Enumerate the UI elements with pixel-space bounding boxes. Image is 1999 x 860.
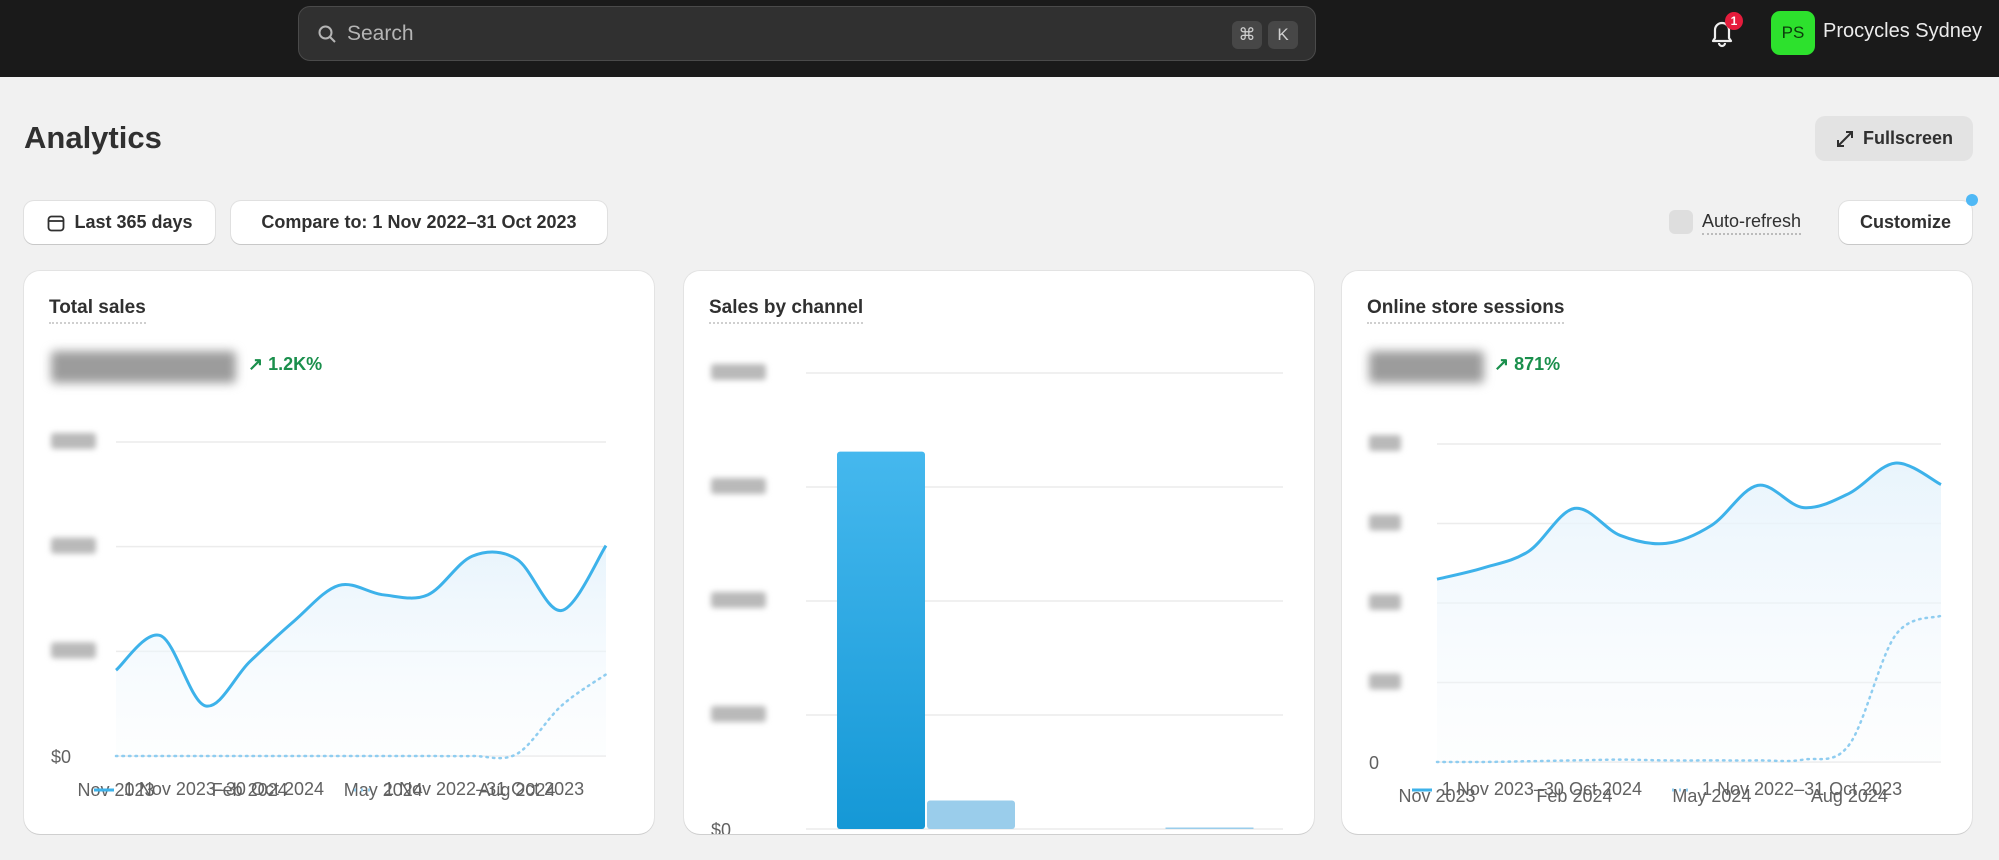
legend-label: 1 Nov 2022–31 Oct 2023 — [384, 779, 585, 799]
blurred-y-tick-label — [51, 642, 96, 659]
y-tick-label: $0 — [711, 820, 731, 834]
blurred-y-tick-label — [711, 706, 766, 722]
legend-label: 1 Nov 2023–30 Oct 2024 — [123, 779, 324, 799]
store-name[interactable]: Procycles Sydney — [1823, 20, 1982, 43]
blurred-y-tick-label — [711, 592, 766, 608]
blurred-y-tick-label — [1369, 514, 1401, 531]
online-store-sessions-chart: 0Nov 2023 Feb 2024 May 2024 Aug 2024 — [1369, 435, 1943, 806]
customize-label: Customize — [1859, 212, 1951, 232]
calendar-icon — [48, 215, 65, 231]
legend-label: 1 Nov 2023–30 Oct 2024 — [1441, 779, 1642, 799]
expand-icon — [1836, 130, 1853, 147]
date-range-button[interactable]: Last 365 days — [24, 201, 215, 244]
blurred-y-tick-label — [711, 364, 766, 380]
notification-badge: 1 — [1725, 12, 1743, 30]
new-indicator-dot — [1966, 194, 1978, 206]
total-sales-card[interactable]: Total sales ↗ 1.2K% $0 Nov 2023 Feb 2024 Ma… — [24, 271, 654, 834]
bar-current — [837, 451, 925, 829]
avatar[interactable]: PS — [1771, 11, 1815, 55]
y-tick-label: 0 — [1369, 753, 1379, 773]
blurred-y-tick-label — [711, 478, 766, 494]
legend-comparison[interactable]: 1 Nov 2022–31 Oct 2023 — [1672, 779, 1902, 800]
search-input[interactable]: Search ⌘ K — [298, 6, 1316, 61]
date-range-label: Last 365 days — [74, 212, 193, 232]
total-sales-chart: $0Nov 2023 Feb 2024 May 2024 Aug 2024 — [51, 433, 608, 800]
sales-by-channel-card[interactable]: Sales by channel $0Online StoreShop — [684, 271, 1314, 834]
bar-comparison — [1165, 827, 1254, 829]
chart-legend: 1 Nov 2023–30 Oct 2024 1 Nov 2022–31 Oct… — [1342, 779, 1972, 800]
compare-button[interactable]: Compare to: 1 Nov 2022–31 Oct 2023 — [231, 201, 607, 244]
blurred-y-tick-label — [51, 537, 96, 554]
auto-refresh-checkbox[interactable] — [1669, 210, 1693, 234]
compare-label: Compare to: 1 Nov 2022–31 Oct 2023 — [261, 212, 577, 232]
sales-by-channel-chart: $0Online StoreShop — [711, 364, 1283, 834]
chart-legend: 1 Nov 2023–30 Oct 2024 1 Nov 2022–31 Oct… — [24, 779, 654, 800]
top-bar: Search ⌘ K 1 PS Procycles Sydney — [0, 0, 1999, 77]
page-title: Analytics — [24, 120, 162, 155]
legend-label: 1 Nov 2022–31 Oct 2023 — [1702, 779, 1903, 799]
legend-current[interactable]: 1 Nov 2023–30 Oct 2024 — [93, 779, 324, 800]
k-key: K — [1268, 21, 1298, 49]
fullscreen-button[interactable]: Fullscreen — [1815, 116, 1973, 161]
bar-comparison — [927, 800, 1015, 829]
online-store-sessions-card[interactable]: Online store sessions ↗ 871% 0 Nov 2023 Fe… — [1342, 271, 1972, 834]
y-tick-label: $0 — [51, 747, 71, 767]
auto-refresh-label[interactable]: Auto-refresh — [1702, 211, 1802, 235]
area-fill — [1437, 463, 1941, 762]
blurred-y-tick-label — [51, 433, 96, 449]
blurred-y-tick-label — [1369, 673, 1401, 690]
fullscreen-label: Fullscreen — [1862, 128, 1954, 148]
blurred-y-tick-label — [1369, 435, 1401, 451]
blurred-y-tick-label — [1369, 594, 1401, 610]
search-placeholder: Search — [347, 21, 414, 45]
command-key: ⌘ — [1232, 21, 1262, 49]
customize-button[interactable]: Customize — [1839, 201, 1972, 244]
legend-current[interactable]: 1 Nov 2023–30 Oct 2024 — [1411, 779, 1642, 800]
legend-comparison[interactable]: 1 Nov 2022–31 Oct 2023 — [354, 779, 584, 800]
search-icon — [318, 25, 336, 43]
